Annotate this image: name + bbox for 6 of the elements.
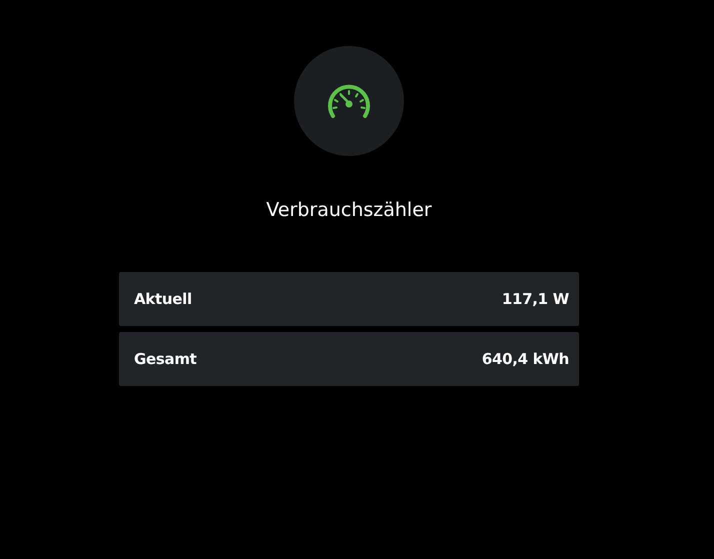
reading-value: 117,1 W — [502, 290, 569, 308]
page-title: Verbrauchszähler — [266, 198, 432, 222]
speedometer-icon — [326, 83, 372, 119]
reading-label: Gesamt — [134, 350, 197, 368]
reading-value: 640,4 kWh — [482, 350, 569, 368]
reading-label: Aktuell — [134, 290, 192, 308]
